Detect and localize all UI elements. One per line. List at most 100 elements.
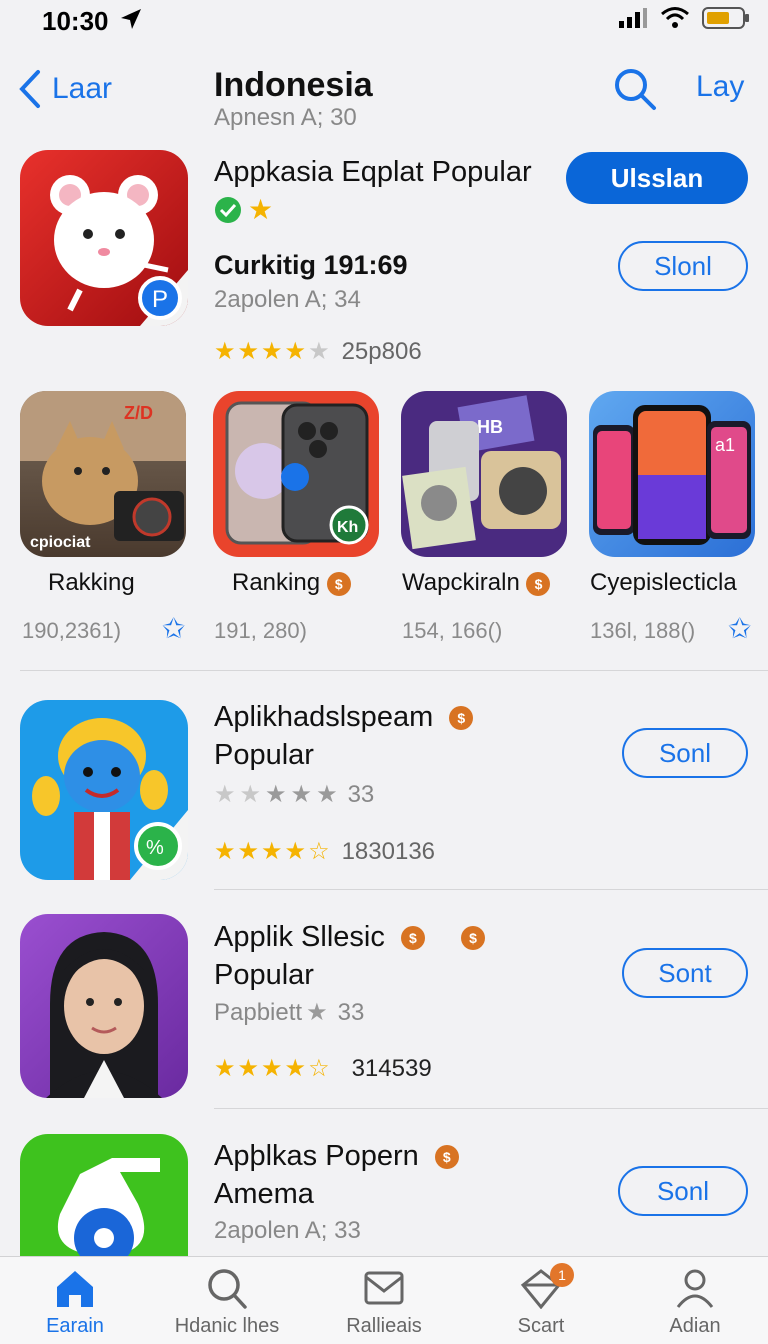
star-icon: ★: [214, 838, 236, 865]
star-icon: ★: [214, 338, 236, 365]
app-title-line: Applik Sllesic: [214, 921, 385, 953]
star-icon: ★: [237, 838, 260, 865]
rating-count: 25p806: [341, 337, 422, 365]
half-star-icon: ★: [284, 338, 307, 365]
app-list-title: Applik Sllesic $ $ Popular: [214, 918, 485, 994]
app-list-icon[interactable]: [20, 1134, 188, 1256]
coin-icon: $: [460, 926, 485, 951]
empty-star-icon: ☆: [308, 838, 330, 865]
app-list-meta: Papbiett ★ 33: [214, 998, 364, 1027]
star-icon: ★: [239, 781, 262, 808]
smartphones-image: a1: [593, 405, 751, 545]
app-title-line: Popular: [214, 959, 314, 991]
tab-home[interactable]: Earain: [0, 1267, 150, 1338]
featured-app-meta: 2apolen A; 34: [214, 286, 361, 313]
mouse-icon: P: [50, 175, 188, 326]
tab-label: Scart: [517, 1315, 565, 1337]
app-list-meta: 2apolen A; 33: [214, 1217, 361, 1245]
verified-check-icon: [215, 197, 241, 223]
ranking-tile-icon[interactable]: Z/D cpiociat: [20, 391, 186, 557]
star-badge-icon: ★: [248, 194, 274, 225]
divider: [214, 889, 768, 890]
svg-text:%: %: [146, 837, 164, 859]
ranking-tile-count: 154, 166(): [402, 618, 503, 643]
ranking-tile-name: Cyepislecticla: [590, 569, 737, 596]
favorite-star-icon[interactable]: ✩: [728, 612, 751, 645]
cat-camera-image: Z/D cpiociat: [20, 391, 186, 551]
star-icon: ★: [306, 999, 328, 1026]
whistle-icon: [57, 1158, 160, 1256]
ranking-tile-icon[interactable]: HB: [401, 391, 567, 557]
page-subtitle: Apnesn A; 30: [214, 104, 357, 131]
app-get-button[interactable]: Sonl: [622, 728, 748, 778]
star-icon: ★: [308, 338, 330, 365]
ranking-tile-name: Rakking: [48, 569, 135, 596]
back-button[interactable]: Laar: [18, 68, 112, 110]
mail-icon: [364, 1271, 404, 1305]
empty-star-icon: ☆: [308, 1055, 330, 1082]
home-icon: [57, 1271, 93, 1307]
page-title: Indonesia: [214, 66, 373, 104]
nav-right-button[interactable]: Lay: [696, 70, 744, 104]
tab-label: Hdanic lhes: [174, 1315, 280, 1337]
app-list-icon[interactable]: %: [20, 700, 188, 880]
app-list-icon[interactable]: [20, 914, 188, 1098]
tab-label: Adian: [669, 1315, 721, 1337]
featured-app-icon[interactable]: P: [20, 150, 188, 326]
tab-label: Rallieais: [346, 1315, 422, 1337]
ranking-tile-icon[interactable]: Kh: [213, 391, 379, 557]
svg-text:P: P: [152, 286, 168, 313]
wifi-icon: [661, 7, 689, 28]
svg-text:Z/D: Z/D: [124, 403, 153, 423]
ranking-tile-count: 190,2361): [22, 618, 122, 643]
app-rating: ★ ★ ★ ★ ☆ 314539: [214, 1054, 432, 1083]
favorite-star-icon[interactable]: ✩: [162, 612, 185, 645]
radio-devices-image: HB: [402, 395, 561, 550]
location-arrow-icon: [118, 6, 144, 37]
app-title-line: Amema: [214, 1178, 314, 1210]
featured-app-subtitle: Curkitig 191:69: [214, 250, 408, 280]
app-get-button[interactable]: Sonl: [618, 1166, 748, 1216]
status-bar: 10:30: [0, 0, 768, 44]
nav-bar: Laar Indonesia Apnesn A; 30 Lay: [0, 58, 768, 138]
tab-scart[interactable]: 1 Scart: [466, 1263, 616, 1338]
app-get-button[interactable]: Sont: [622, 948, 748, 998]
signal-icon: [619, 8, 647, 28]
person-icon: [676, 1269, 714, 1308]
star-icon: ★: [237, 338, 260, 365]
phones-image: Kh: [225, 401, 369, 545]
star-icon: ★: [261, 338, 283, 365]
divider: [20, 670, 768, 671]
battery-icon: [702, 7, 749, 29]
status-time: 10:30: [42, 6, 109, 36]
svg-text:a1: a1: [715, 435, 735, 455]
svg-text:cpiociat: cpiociat: [30, 534, 91, 551]
star-icon: ★: [237, 1055, 260, 1082]
ranking-tile-count: 136l, 188(): [590, 618, 696, 643]
app-title-line: Aplikhadslspeam: [214, 701, 434, 733]
ranking-tile-name: Wapckiraln $: [402, 569, 551, 597]
svg-text:Kh: Kh: [337, 519, 358, 536]
coin-icon: $: [449, 706, 474, 731]
ranking-tile-name: Ranking $: [232, 569, 351, 597]
featured-rating: ★ ★ ★ ★ ★ 25p806: [214, 337, 422, 366]
ranking-tile-icon[interactable]: a1: [589, 391, 755, 557]
coin-icon: $: [326, 571, 351, 596]
app-meta-value: 2apolen A; 33: [214, 1217, 361, 1244]
featured-primary-button[interactable]: Ulsslan: [566, 152, 748, 204]
search-button[interactable]: [612, 66, 658, 117]
featured-secondary-button[interactable]: Slonl: [618, 241, 748, 291]
cartoon-kid-image: %: [32, 718, 188, 880]
tab-mail[interactable]: Rallieais: [309, 1267, 459, 1338]
app-title-line: Apþlkas Popern: [214, 1140, 419, 1172]
divider: [214, 1108, 768, 1109]
coin-icon: $: [434, 1145, 459, 1170]
app-list-title: Aplikhadslspeam $ Popular: [214, 698, 474, 774]
search-icon: [208, 1269, 247, 1309]
tab-label: Earain: [46, 1315, 104, 1337]
tab-profile[interactable]: Adian: [620, 1267, 768, 1338]
ranking-tile-name-text: Ranking: [232, 569, 321, 596]
app-meta-prefix: Papbiett: [214, 998, 303, 1026]
tab-search[interactable]: Hdanic lhes: [152, 1267, 302, 1338]
status-icons: [618, 6, 750, 30]
